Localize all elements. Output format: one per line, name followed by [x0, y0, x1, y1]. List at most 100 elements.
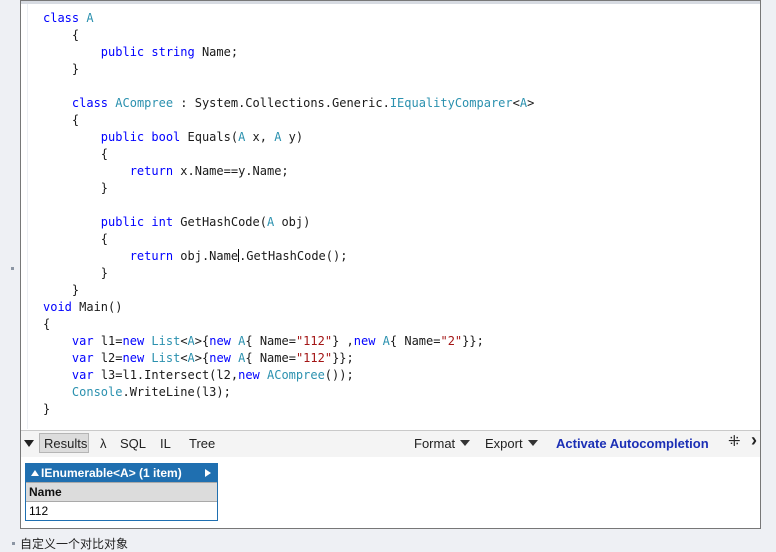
code-token: ());	[324, 368, 354, 382]
code-token: ACompree	[267, 368, 325, 382]
table-cell: 112	[29, 504, 49, 518]
code-token: : System.Collections.Generic.	[173, 96, 390, 110]
code-token: class	[71, 96, 116, 110]
code-token: <	[180, 351, 188, 365]
code-token: List	[151, 334, 181, 348]
tab-lambda[interactable]: λ	[100, 436, 107, 452]
code-token: A	[187, 334, 195, 348]
code-line: }	[43, 265, 534, 282]
code-token: } ,	[332, 334, 354, 348]
code-line: {	[43, 27, 534, 44]
tab-sql[interactable]: SQL	[120, 436, 146, 452]
code-line: class ACompree : System.Collections.Gene…	[43, 95, 534, 112]
code-token: {	[43, 232, 109, 246]
code-token: >{	[194, 334, 210, 348]
chevron-down-icon	[460, 440, 471, 446]
code-token: public	[100, 45, 152, 59]
code-token: {	[43, 147, 109, 161]
code-editor[interactable]: class A { public string Name; } class AC…	[21, 4, 760, 429]
code-token: A	[187, 351, 195, 365]
activate-autocompletion-link[interactable]: Activate Autocompletion	[556, 436, 709, 452]
format-menu[interactable]: Format	[414, 436, 471, 452]
code-token: return	[129, 249, 181, 263]
code-token: { Name=	[389, 334, 441, 348]
caption-bullet	[12, 542, 15, 545]
result-header[interactable]: IEnumerable<A> (1 item)	[26, 464, 217, 482]
code-token: var	[71, 368, 101, 382]
code-token: A	[86, 11, 94, 25]
tab-il[interactable]: IL	[160, 436, 171, 452]
spinner-icon: ⁜	[728, 433, 741, 450]
expand-right-icon[interactable]	[205, 469, 211, 477]
linqpad-window: class A { public string Name; } class AC…	[20, 0, 761, 529]
code-text[interactable]: class A { public string Name; } class AC…	[43, 10, 534, 418]
code-token: obj.Name	[180, 249, 239, 263]
code-token: GetHashCode(	[180, 215, 267, 229]
code-token: {	[43, 113, 80, 127]
code-token: Console	[71, 385, 123, 399]
collapse-panel-icon[interactable]	[24, 440, 34, 447]
code-token: }};	[462, 334, 484, 348]
code-line: class A	[43, 10, 534, 27]
code-token: new	[122, 334, 152, 348]
side-bullet	[11, 267, 14, 270]
code-line: return x.Name==y.Name;	[43, 163, 534, 180]
export-label: Export	[485, 436, 523, 451]
code-token: void	[43, 300, 80, 314]
result-table: IEnumerable<A> (1 item) Name 112	[25, 463, 218, 521]
code-token: <	[512, 96, 520, 110]
code-line: }	[43, 61, 534, 78]
code-token: A	[382, 334, 390, 348]
code-token: l3=l1.Intersect(l2,	[100, 368, 239, 382]
code-token: List	[151, 351, 181, 365]
code-token: new	[122, 351, 152, 365]
code-token: new	[353, 334, 383, 348]
code-line: }	[43, 401, 534, 418]
code-line: Console.WriteLine(l3);	[43, 384, 534, 401]
code-token: x.Name==y.Name;	[180, 164, 289, 178]
code-token: new	[209, 351, 239, 365]
column-header-name: Name	[26, 482, 217, 502]
code-token: bool	[151, 130, 188, 144]
code-line: public string Name;	[43, 44, 534, 61]
code-token: "2"	[440, 334, 463, 348]
code-line: }	[43, 180, 534, 197]
code-line: {	[43, 146, 534, 163]
code-token: Equals(	[187, 130, 239, 144]
code-token: l2=	[100, 351, 123, 365]
more-icon[interactable]: ›	[751, 431, 757, 449]
code-token: Main()	[79, 300, 123, 314]
code-token: public	[100, 215, 152, 229]
code-token: "112"	[295, 351, 333, 365]
editor-gutter	[21, 4, 28, 429]
code-line: var l2=new List<A>{new A{ Name="112"}};	[43, 350, 534, 367]
collapse-up-icon[interactable]	[31, 470, 39, 476]
code-token: { Name=	[245, 334, 296, 348]
export-menu[interactable]: Export	[485, 436, 538, 452]
code-token: IEqualityComparer	[389, 96, 513, 110]
code-token: >{	[194, 351, 210, 365]
tab-tree[interactable]: Tree	[189, 436, 215, 452]
code-token: new	[209, 334, 239, 348]
code-token: }	[43, 283, 80, 297]
result-header-label: IEnumerable<A> (1 item)	[41, 466, 182, 480]
code-token: ACompree	[115, 96, 174, 110]
chevron-down-icon	[527, 440, 538, 446]
results-toolbar: Results λ SQL IL Tree Format Export Acti…	[21, 430, 760, 458]
code-token: "112"	[295, 334, 333, 348]
code-token: {	[43, 28, 80, 42]
code-line: {	[43, 316, 534, 333]
code-token: int	[151, 215, 181, 229]
results-pane: IEnumerable<A> (1 item) Name 112	[21, 457, 760, 528]
tab-results[interactable]: Results	[39, 433, 89, 453]
